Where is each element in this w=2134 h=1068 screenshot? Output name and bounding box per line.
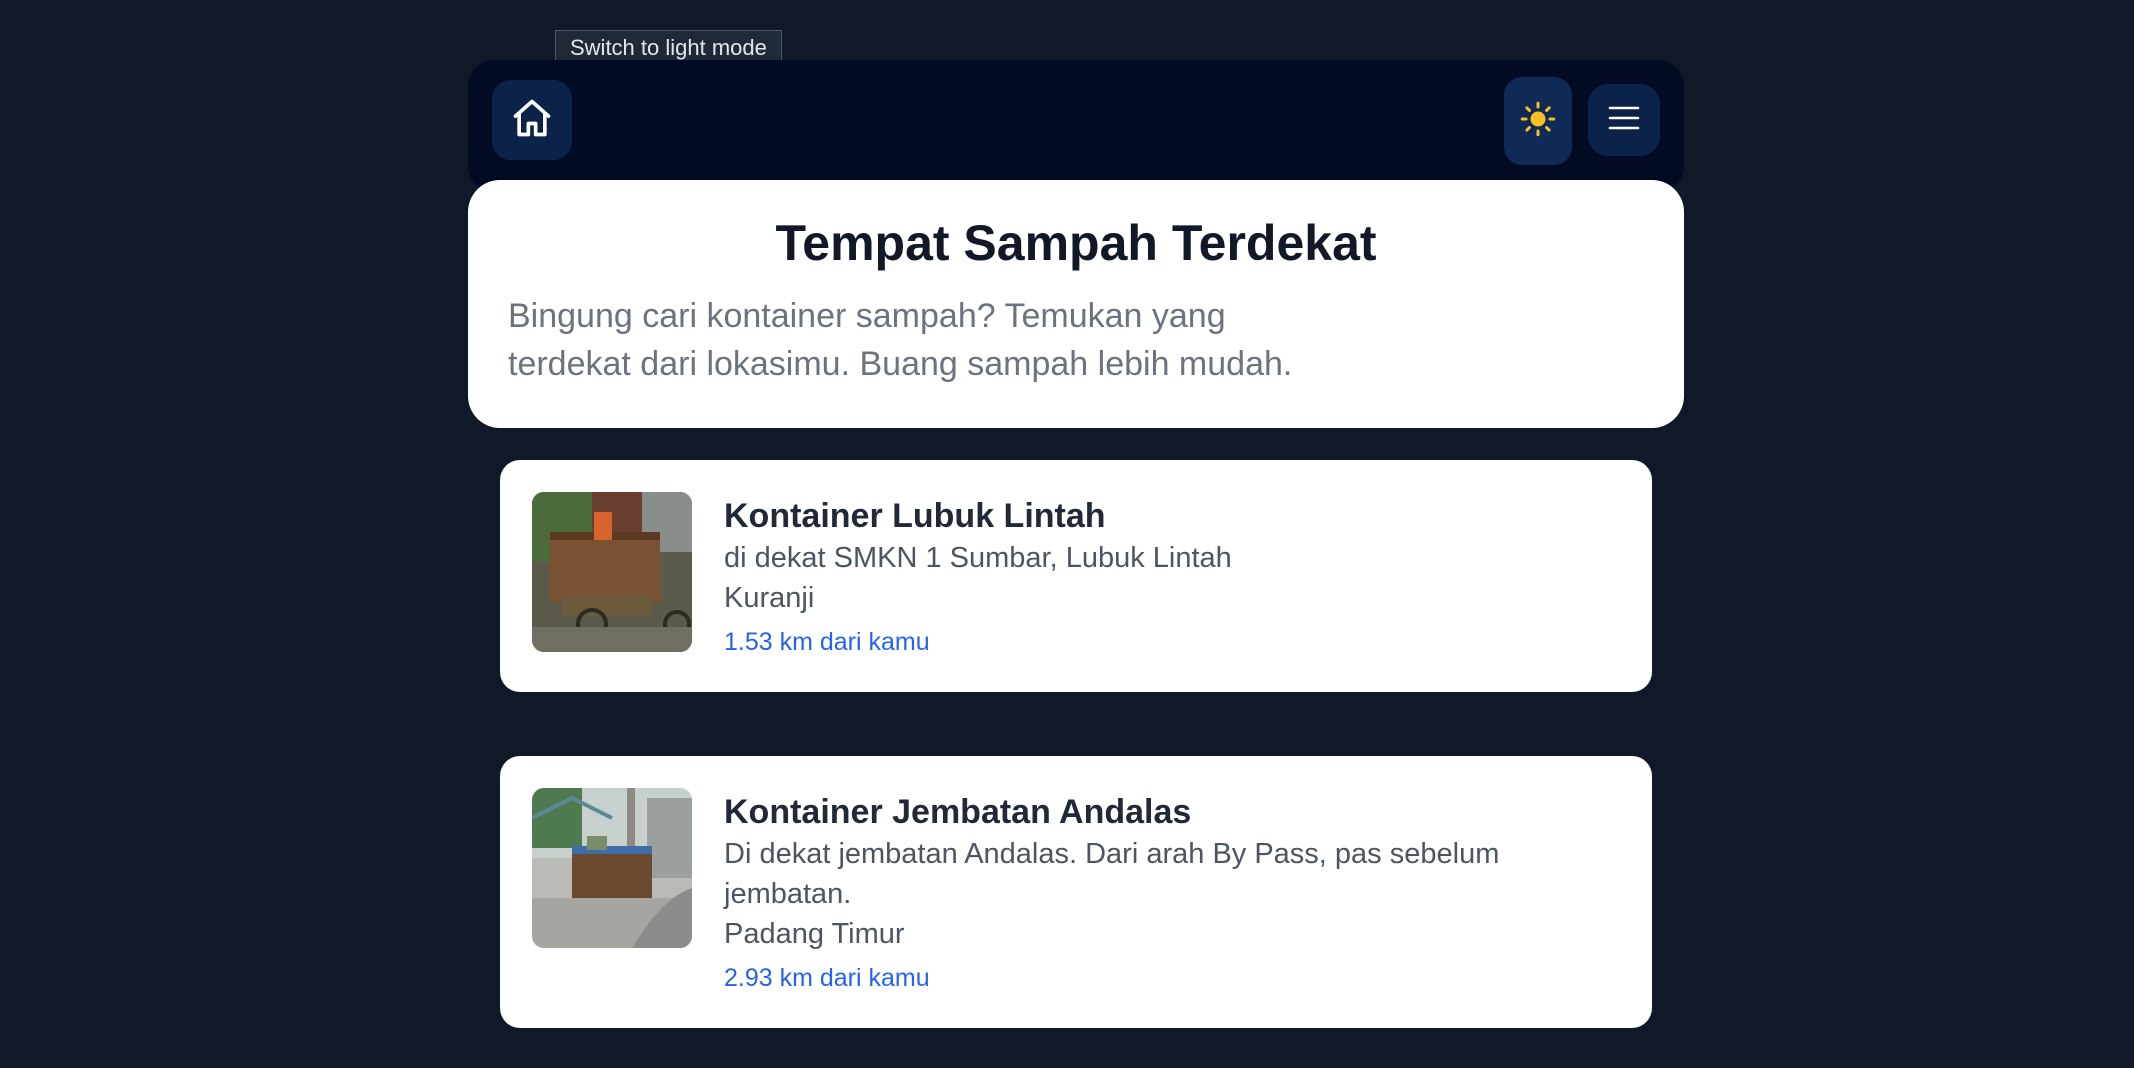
home-button[interactable] [492, 80, 572, 160]
container-description: Di dekat jembatan Andalas. Dari arah By … [724, 838, 1500, 910]
container-area: Padang Timur [724, 918, 905, 950]
container-name: Kontainer Jembatan Andalas [724, 793, 1192, 831]
container-card[interactable]: Kontainer Lubuk Lintah di dekat SMKN 1 S… [500, 460, 1652, 692]
theme-toggle-button[interactable] [1504, 77, 1572, 165]
navbar [468, 60, 1684, 192]
sun-icon [1520, 101, 1556, 142]
container-card[interactable]: Kontainer Jembatan Andalas Di dekat jemb… [500, 756, 1652, 1028]
container-distance: 2.93 km dari kamu [724, 964, 930, 992]
subtitle-line-1: Bingung cari kontainer sampah? Temukan y… [508, 297, 1226, 335]
home-icon [510, 96, 554, 145]
page-subtitle: Bingung cari kontainer sampah? Temukan y… [508, 292, 1328, 388]
theme-tooltip: Switch to light mode [555, 30, 782, 64]
container-distance: 1.53 km dari kamu [724, 628, 930, 656]
container-photo [532, 788, 692, 948]
hero-card: Tempat Sampah Terdekat Bingung cari kont… [468, 180, 1684, 428]
container-info: Kontainer Lubuk Lintah di dekat SMKN 1 S… [724, 494, 1604, 662]
menu-button[interactable] [1588, 84, 1660, 156]
container-photo [532, 492, 692, 652]
container-description: di dekat SMKN 1 Sumbar, Lubuk Lintah [724, 542, 1232, 574]
page-title: Tempat Sampah Terdekat [775, 215, 1377, 271]
container-info: Kontainer Jembatan Andalas Di dekat jemb… [724, 790, 1604, 998]
container-name: Kontainer Lubuk Lintah [724, 497, 1106, 535]
subtitle-line-2: terdekat dari lokasimu. Buang sampah leb… [508, 345, 1293, 383]
hamburger-menu-icon [1607, 105, 1641, 136]
container-area: Kuranji [724, 582, 815, 614]
